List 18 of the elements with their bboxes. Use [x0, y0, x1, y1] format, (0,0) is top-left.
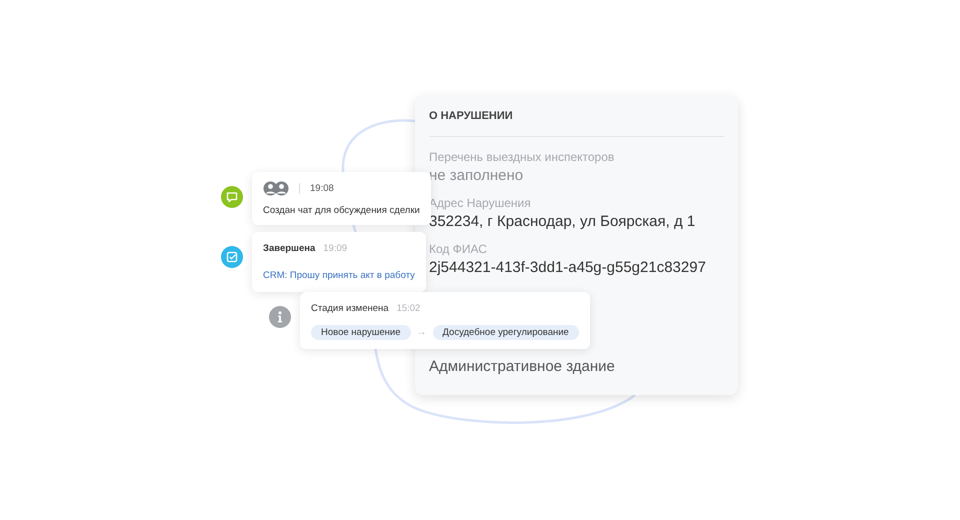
stage-pill: Новое нарушение: [311, 325, 410, 340]
event-time: 19:08: [310, 183, 334, 194]
arrow-sign: →: [416, 327, 426, 338]
task-link[interactable]: CRM: Прошу принять акт в работу: [263, 270, 415, 281]
field-label: Перечень выездных инспекторов: [429, 150, 616, 164]
people-icon: [263, 181, 289, 196]
building-type: Административное здание: [429, 358, 616, 375]
field-value: 2j544321-413f-3dd1-a45g-g55g21c83297: [429, 259, 707, 276]
panel-title: О НАРУШЕНИИ: [429, 110, 514, 122]
event-time: 19:09: [323, 243, 348, 254]
field-label: Код ФИАС: [429, 242, 488, 256]
event-text: Создан чат для обсуждения сделки: [263, 205, 420, 216]
event-title: Завершена: [263, 243, 316, 254]
event-time: 15:02: [396, 303, 420, 314]
stage-pill: Досудебное урегулирование: [432, 325, 579, 340]
field-label: Адрес Нарушения: [429, 196, 532, 210]
event-title: Стадия изменена: [311, 303, 389, 314]
field-value: 352234, г Краснодар, ул Боярская, д 1: [429, 213, 696, 230]
